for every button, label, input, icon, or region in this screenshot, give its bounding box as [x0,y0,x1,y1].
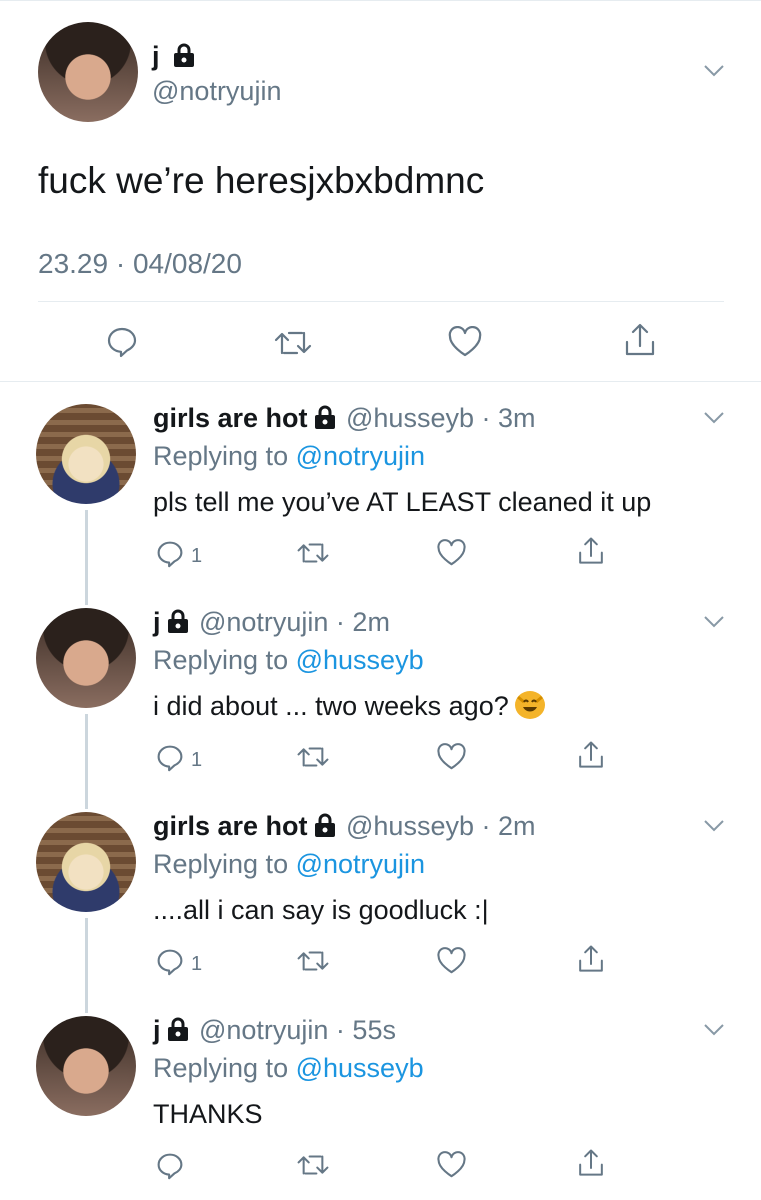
thread-line [85,510,88,605]
chevron-down-icon[interactable] [703,615,725,629]
share-icon[interactable] [576,1148,606,1178]
reply-text: i did about ... two weeks ago? [153,691,509,721]
thread-line [85,714,88,809]
tweet-text: fuck we’re heresjxbxbdmnc [38,160,485,201]
retweet-icon[interactable] [273,328,313,358]
reply-icon[interactable] [156,1152,184,1180]
author-handle[interactable]: @notryujin [152,76,281,107]
replying-to-link[interactable]: @husseyb [296,1053,424,1083]
author-handle-time[interactable]: @notryujin · 55s [199,1015,396,1045]
smiling-cat-emoji [514,691,545,719]
like-icon[interactable] [436,947,467,975]
reply-text: THANKS [153,1099,263,1129]
share-icon[interactable] [576,740,606,770]
author-name[interactable]: girls are hot [153,403,308,433]
thread-line [85,918,88,1013]
section-divider [0,381,761,382]
replying-to-link[interactable]: @notryujin [296,441,425,471]
replying-to: Replying to @husseyb [153,645,424,676]
replying-to-label: Replying to [153,441,289,471]
avatar[interactable] [36,1016,136,1116]
replying-to: Replying to @notryujin [153,849,425,880]
retweet-icon[interactable] [296,540,330,566]
author-handle-time[interactable]: @husseyb · 2m [346,811,535,841]
share-icon[interactable] [576,536,606,566]
replying-to-link[interactable]: @husseyb [296,645,424,675]
avatar[interactable] [36,404,136,504]
chevron-down-icon[interactable] [703,819,725,833]
lock-icon [314,813,336,842]
author-name-text: j [152,41,160,71]
avatar[interactable] [36,812,136,912]
author-name[interactable]: j [152,41,195,74]
lock-icon [167,1017,189,1046]
chevron-down-icon[interactable] [703,64,725,78]
like-icon[interactable] [436,743,467,771]
replying-to: Replying to @husseyb [153,1053,424,1084]
like-icon[interactable] [436,1151,467,1179]
top-border [0,0,761,1]
lock-icon [314,405,336,434]
reply-count: 1 [191,749,203,771]
retweet-icon[interactable] [296,1152,330,1178]
reply-icon[interactable] [156,948,184,976]
reply-icon[interactable] [106,326,138,358]
author-name[interactable]: j [153,607,161,637]
tweet-timestamp[interactable]: 23.29 · 04/08/20 [38,248,242,280]
author-handle-time[interactable]: @husseyb · 3m [346,403,535,433]
like-icon[interactable] [436,539,467,567]
reply-text: pls tell me you’ve AT LEAST cleaned it u… [153,487,652,517]
reply-header: j @notryujin · 55s [153,1015,396,1046]
lock-icon [167,609,189,638]
avatar[interactable] [36,608,136,708]
reply-text-row: i did about ... two weeks ago? [153,691,545,722]
replying-to-label: Replying to [153,849,289,879]
chevron-down-icon[interactable] [703,411,725,425]
reply-header: j @notryujin · 2m [153,607,390,638]
replying-to: Replying to @notryujin [153,441,425,472]
share-icon[interactable] [576,944,606,974]
like-icon[interactable] [447,326,483,358]
retweet-icon[interactable] [296,744,330,770]
reply-text: ....all i can say is goodluck :| [153,895,489,925]
author-handle-time[interactable]: @notryujin · 2m [199,607,390,637]
share-icon[interactable] [622,322,658,358]
reply-icon[interactable] [156,744,184,772]
divider [38,301,724,302]
author-name[interactable]: j [153,1015,161,1045]
reply-header: girls are hot @husseyb · 2m [153,811,535,842]
replying-to-link[interactable]: @notryujin [296,849,425,879]
reply-icon[interactable] [156,540,184,568]
avatar[interactable] [38,22,138,122]
lock-icon [173,43,195,74]
reply-count: 1 [191,953,203,975]
reply-count: 1 [191,545,203,567]
replying-to-label: Replying to [153,645,289,675]
reply-header: girls are hot @husseyb · 3m [153,403,535,434]
retweet-icon[interactable] [296,948,330,974]
chevron-down-icon[interactable] [703,1023,725,1037]
author-name[interactable]: girls are hot [153,811,308,841]
replying-to-label: Replying to [153,1053,289,1083]
